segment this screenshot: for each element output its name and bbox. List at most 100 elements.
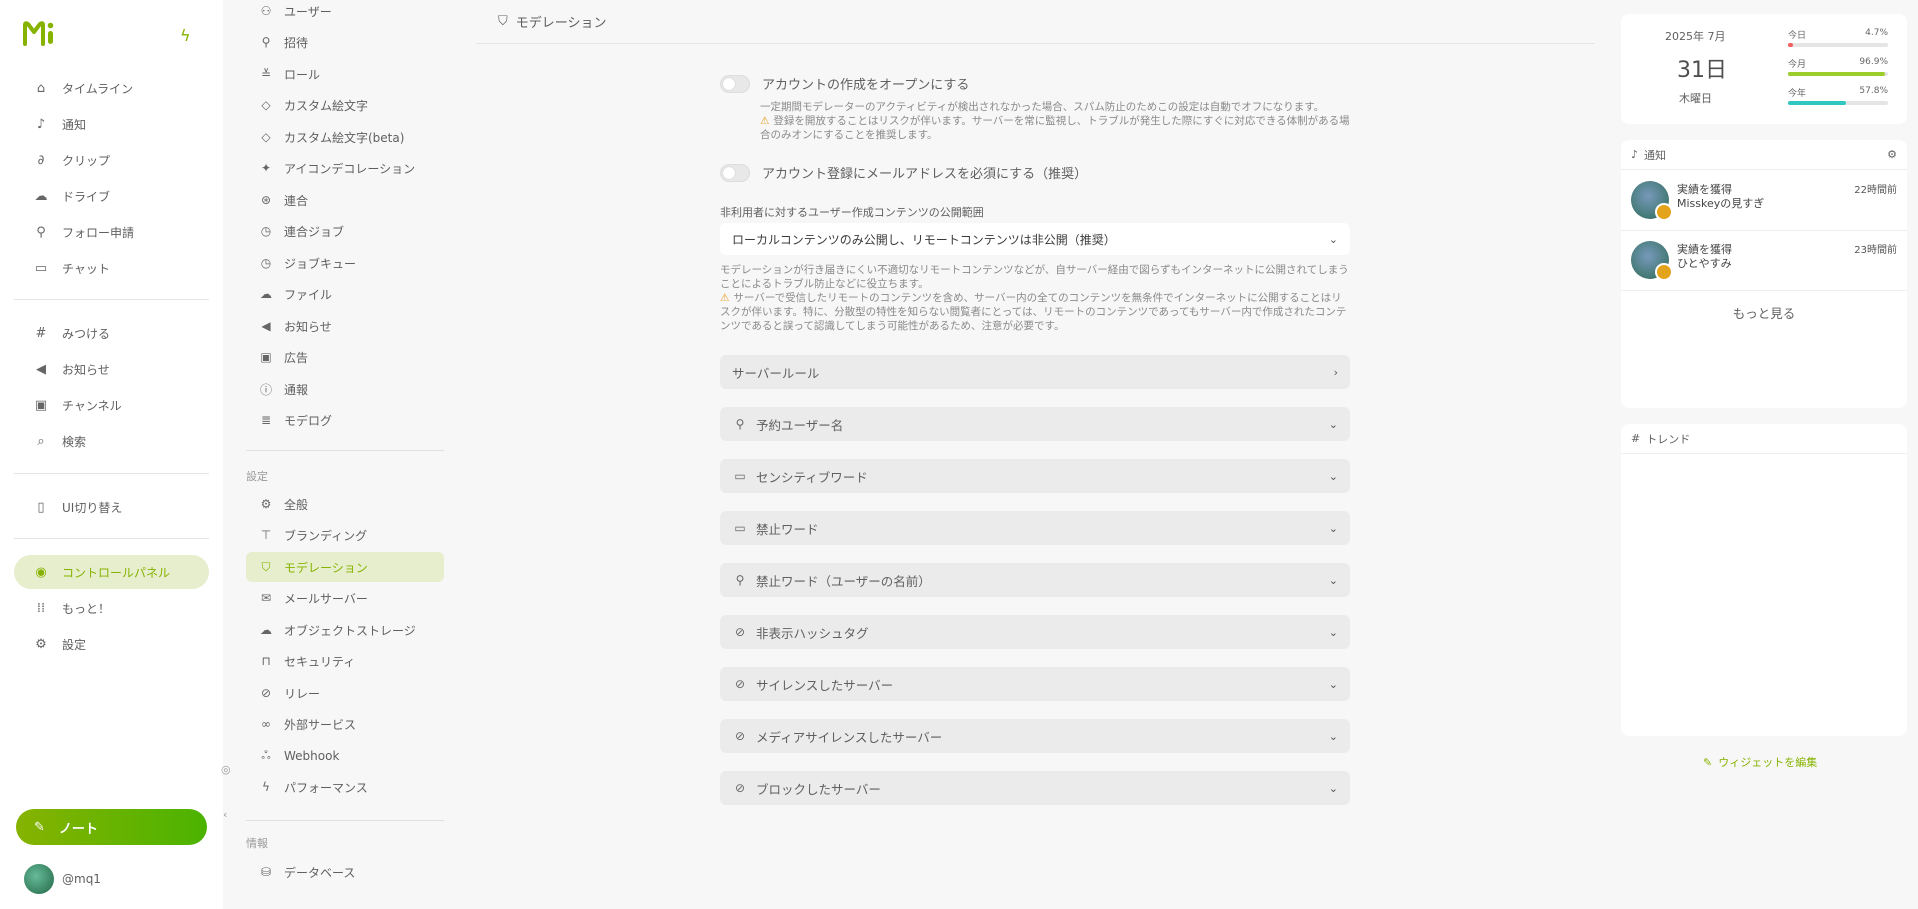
nav-item-label: もっと！ (62, 601, 111, 616)
widgets-column: 2025年 7月 31日 木曜日 今日 4.7% 今月 96.9% 今年 57.… (1603, 0, 1918, 909)
sidebar-item-ads[interactable]: ▣ 広告 (246, 342, 444, 372)
sidebar-item-general[interactable]: ⚙ 全般 (246, 489, 444, 519)
webhook-icon: ஃ (261, 748, 271, 762)
medal-icon (1655, 263, 1673, 281)
sidebar-item-external-services[interactable]: ∞ 外部サービス (246, 709, 444, 739)
shield-icon: ⛉ (261, 559, 271, 574)
sidebar-item-database[interactable]: ⛁ データベース (246, 857, 444, 887)
chevron-right-icon: › (1333, 365, 1338, 379)
sidebar-item-label: アイコンデコレーション (284, 161, 416, 176)
nav-divider (14, 538, 209, 539)
server-rules-label: サーバールール (732, 365, 820, 381)
bell-icon: ♪ (1631, 148, 1639, 161)
sidebar-item-roles[interactable]: ≚ ロール (246, 59, 444, 89)
nav-item-search[interactable]: ⌕ 検索 (14, 424, 209, 458)
avatar (24, 864, 54, 894)
sidebar-item-emojis[interactable]: ◇ カスタム絵文字 (246, 90, 444, 120)
nav-divider (14, 299, 209, 300)
nav-item-settings[interactable]: ⚙ 設定 (14, 627, 209, 661)
chevron-left-icon[interactable]: ‹ (223, 808, 227, 821)
sidebar-item-federation-jobs[interactable]: ◷ 連合ジョブ (246, 216, 444, 246)
nav-item-follow-requests[interactable]: ⚲ フォロー申請 (14, 215, 209, 249)
speaker-icon: ◀ (36, 361, 46, 377)
folder-media-silenced-servers[interactable]: ⊘ メディアサイレンスしたサーバー ⌄ (720, 719, 1350, 753)
gear-icon[interactable]: ⚙ (1887, 148, 1897, 161)
sidebar-item-webhook[interactable]: ஃ Webhook (246, 741, 444, 771)
show-more-button[interactable]: もっと見る (1621, 303, 1907, 322)
folder-label: 禁止ワード（ユーザーの名前） (756, 573, 931, 589)
email-required-toggle[interactable] (720, 164, 750, 182)
nav-item-notifications[interactable]: ♪ 通知 (14, 107, 209, 141)
nav-item-clips[interactable]: ∂ クリップ (14, 143, 209, 177)
clock-icon: ◷ (260, 224, 272, 238)
account-button[interactable]: @mq1 (24, 864, 101, 894)
sidebar-item-users[interactable]: ⚇ ユーザー (246, 0, 444, 26)
nav-item-ui-switch[interactable]: ▯ UI切り替え (14, 490, 209, 524)
badges-icon: ≚ (260, 67, 272, 81)
nav-item-chat[interactable]: ▭ チャット (14, 251, 209, 285)
folder-prohibited-words[interactable]: ▭ 禁止ワード ⌄ (720, 511, 1350, 545)
circle-dot-icon[interactable]: ◎ (221, 763, 231, 776)
sidebar-item-performance[interactable]: ϟ パフォーマンス (246, 772, 444, 802)
sidebar-item-announcements[interactable]: ◀ お知らせ (246, 311, 444, 341)
hash-icon: # (35, 325, 47, 341)
edit-widgets-button[interactable]: ✎ ウィジェットを編集 (1703, 754, 1817, 770)
nav-item-more[interactable]: ⁞⁞ もっと！ (14, 591, 209, 625)
progress-label: 今年 (1788, 89, 1807, 99)
edit-widgets-label: ウィジェットを編集 (1718, 756, 1818, 769)
folder-silenced-servers[interactable]: ⊘ サイレンスしたサーバー ⌄ (720, 667, 1350, 701)
cloud-icon: ☁ (34, 188, 48, 204)
folder-label: センシティブワード (756, 469, 868, 485)
folder-label: メディアサイレンスしたサーバー (756, 729, 943, 745)
nav-item-label: タイムライン (62, 81, 134, 96)
misskey-logo[interactable] (22, 20, 58, 48)
sidebar-item-emojis-beta[interactable]: ◇ カスタム絵文字(beta) (246, 122, 444, 152)
note-button-label: ノート (58, 821, 98, 837)
nav-item-announcements[interactable]: ◀ お知らせ (14, 352, 209, 386)
folder-prohibited-words-names[interactable]: ⚲ 禁止ワード（ユーザーの名前） ⌄ (720, 563, 1350, 597)
page-header: ⛉ モデレーション (476, 0, 1595, 44)
nav-item-drive[interactable]: ☁ ドライブ (14, 179, 209, 213)
folder-reserved-usernames[interactable]: ⚲ 予約ユーザー名 ⌄ (720, 407, 1350, 441)
nav-item-control-panel[interactable]: ◉ コントロールパネル (14, 555, 209, 589)
sidebar-item-reports[interactable]: ⓘ 通報 (246, 374, 444, 404)
sidebar-item-email-server[interactable]: ✉ メールサーバー (246, 583, 444, 613)
chevron-down-icon: ⌄ (1328, 625, 1338, 639)
folder-sensitive-words[interactable]: ▭ センシティブワード ⌄ (720, 459, 1350, 493)
note-button[interactable]: ✎ ノート (16, 809, 207, 845)
sidebar-item-security[interactable]: ⊓ セキュリティ (246, 646, 444, 676)
notification-item[interactable]: 実績を獲得 Misskeyの見すぎ 22時間前 (1621, 171, 1907, 231)
sidebar-section-settings: 設定 (246, 470, 268, 483)
mail-icon: ✉ (260, 591, 272, 605)
sidebar-item-files[interactable]: ☁ ファイル (246, 279, 444, 309)
sidebar-section-info: 情報 (246, 837, 268, 850)
folder-label: 非表示ハッシュタグ (756, 625, 869, 641)
sidebar-item-modlog[interactable]: ≣ モデログ (246, 405, 444, 435)
folder-blocked-servers[interactable]: ⊘ ブロックしたサーバー ⌄ (720, 771, 1350, 805)
nav-item-timeline[interactable]: ⌂ タイムライン (14, 71, 209, 105)
gear-icon: ⚙ (260, 497, 272, 511)
sidebar-item-moderation[interactable]: ⛉ モデレーション (246, 552, 444, 582)
chat-icon: ▭ (34, 260, 48, 276)
sidebar-item-federation[interactable]: ⊛ 連合 (246, 185, 444, 215)
sidebar-item-invites[interactable]: ⚲ 招待 (246, 27, 444, 57)
sidebar-item-relays[interactable]: ⊘ リレー (246, 678, 444, 708)
sidebar-item-branding[interactable]: ⊤ ブランディング (246, 520, 444, 550)
warning-text: 登録を開放することはリスクが伴います。サーバーを常に監視し、トラブルが発生した際… (760, 115, 1350, 141)
nav-item-explore[interactable]: # みつける (14, 316, 209, 350)
search-icon: ⌕ (37, 433, 45, 449)
notification-item[interactable]: 実績を獲得 ひとやすみ 23時間前 (1621, 231, 1907, 291)
visibility-select[interactable]: ローカルコンテンツのみ公開し、リモートコンテンツは非公開（推奨） ⌄ (720, 223, 1350, 255)
sidebar-item-job-queue[interactable]: ◷ ジョブキュー (246, 248, 444, 278)
nav-item-channels[interactable]: ▣ チャンネル (14, 388, 209, 422)
warning-line: ⚠ サーバーで受信したリモートのコンテンツを含め、サーバー内の全てのコンテンツを無… (720, 291, 1350, 333)
sidebar-item-avatar-decorations[interactable]: ✦ アイコンデコレーション (246, 153, 444, 183)
sidebar-item-object-storage[interactable]: ☁ オブジェクトストレージ (246, 615, 444, 645)
folder-hidden-hashtags[interactable]: ⊘ 非表示ハッシュタグ ⌄ (720, 615, 1350, 649)
sidebar-item-label: Webhook (284, 749, 340, 763)
hash-icon: # (1631, 432, 1641, 445)
nav-item-label: 通知 (62, 117, 87, 132)
server-rules-link[interactable]: サーバールール › (720, 355, 1350, 389)
open-registration-toggle[interactable] (720, 75, 750, 93)
bolt-icon[interactable]: ϟ (180, 26, 191, 45)
